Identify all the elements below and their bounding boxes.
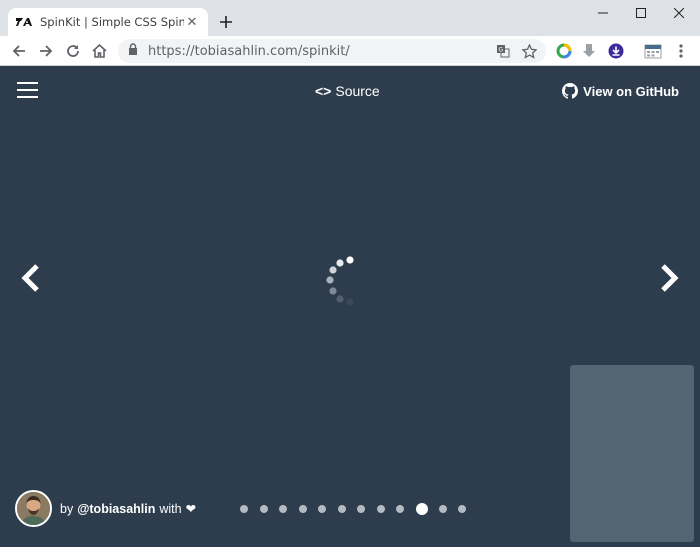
spinkit-page: <> Source View on GitHub by @tobiasahlin… [0,67,700,547]
author-byline: by @tobiasahlin with ❤ [15,490,196,527]
avatar[interactable] [15,490,52,527]
spinner-pagination [240,503,478,515]
pagination-dot[interactable] [318,505,326,513]
github-logo-icon [562,83,579,99]
previous-arrow-icon[interactable] [19,264,43,292]
spinner-dot [326,276,334,284]
pagination-dot[interactable] [240,505,248,513]
hamburger-menu-icon[interactable] [17,82,38,98]
spinner-dot [346,298,354,306]
spinner-dot [336,295,344,303]
back-arrow-icon[interactable] [7,39,31,63]
author-handle-link[interactable]: @tobiasahlin [77,502,155,516]
browser-tabstrip: SpinKit | Simple CSS Spinners ✕ [0,0,700,36]
github-link[interactable]: View on GitHub [562,83,679,99]
spinner-dot [329,287,337,295]
pagination-dot[interactable] [438,505,447,513]
tab-title: SpinKit | Simple CSS Spinners [40,15,184,29]
source-label: Source [335,83,380,99]
spinner-dot [329,266,337,274]
pagination-dot[interactable] [396,505,404,513]
pagination-dot[interactable] [376,505,385,513]
chrome-menu-icon[interactable] [670,40,692,62]
pagination-dot[interactable] [458,505,466,513]
pagination-dot[interactable] [337,505,346,513]
pagination-dot[interactable] [298,505,307,513]
pagination-dot-active[interactable] [415,503,428,515]
heart-icon: ❤ [185,502,197,516]
extension-circle-icon[interactable] [553,40,575,62]
code-brackets-icon: <> [315,83,332,99]
tab-close-icon[interactable]: ✕ [184,14,200,30]
svg-text:G: G [499,47,504,54]
lock-icon [128,42,138,60]
download-arrow-icon[interactable] [578,40,600,62]
new-tab-plus-icon[interactable] [216,12,236,32]
calendar-extension-icon[interactable] [642,40,664,62]
side-panel [570,365,694,542]
spinner-dot [336,259,344,267]
translate-icon[interactable]: G [494,42,512,60]
browser-tab[interactable]: SpinKit | Simple CSS Spinners ✕ [8,8,208,36]
address-bar[interactable]: https://tobiasahlin.com/spinkit/ G [118,39,546,63]
bookmark-star-icon[interactable] [520,42,538,60]
forward-arrow-icon[interactable] [34,39,58,63]
download-manager-icon[interactable] [605,40,627,62]
pagination-dot[interactable] [279,505,287,513]
spinner-dot [346,256,354,264]
minimize-window-icon[interactable] [584,0,622,26]
with-label: with [159,501,182,516]
tobias-ahlin-favicon-icon [16,16,32,28]
pagination-dot[interactable] [357,505,365,513]
close-window-icon[interactable] [660,0,698,26]
source-link[interactable]: <> Source [315,83,380,99]
by-label: by [60,501,74,516]
pagination-dot[interactable] [259,505,268,513]
maximize-window-icon[interactable] [622,0,660,26]
reload-icon[interactable] [61,39,85,63]
browser-toolbar: https://tobiasahlin.com/spinkit/ G [0,36,700,66]
spinner-animation [320,253,360,306]
url-text: https://tobiasahlin.com/spinkit/ [148,43,350,59]
home-icon[interactable] [87,39,111,63]
next-arrow-icon[interactable] [657,264,681,292]
github-label: View on GitHub [583,83,679,99]
